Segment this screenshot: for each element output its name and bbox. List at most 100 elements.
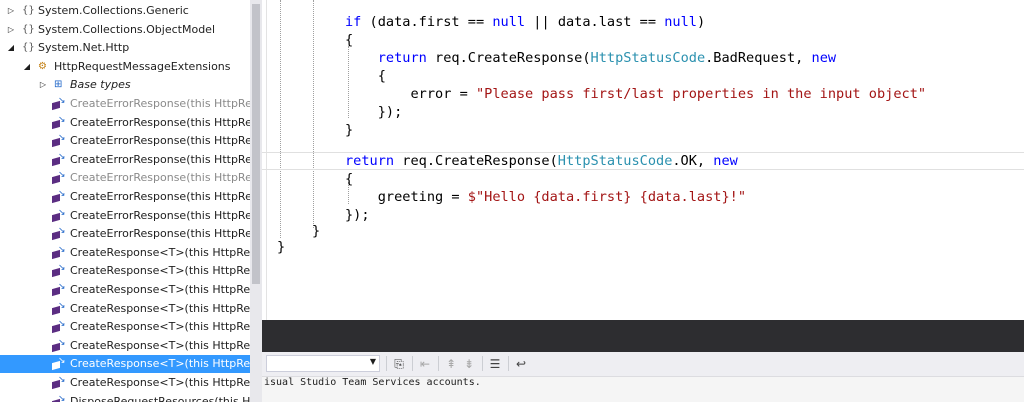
extension-method-icon: ↘: [52, 170, 66, 185]
tree-node-label: CreateErrorResponse(this HttpReque: [70, 152, 250, 166]
tree-node-label: CreateErrorResponse(this HttpReque: [70, 97, 250, 110]
toolbar-separator: [438, 356, 439, 371]
tree-node-label: CreateErrorResponse(this HttpReque: [70, 115, 250, 129]
go-to-previous-message-icon[interactable]: ⇤: [416, 355, 434, 373]
tree-node[interactable]: ↘ CreateResponse<T>(this HttpReque: [0, 262, 250, 280]
tree-node[interactable]: ↘ CreateResponse<T>(this HttpReque: [0, 374, 250, 392]
tree-node[interactable]: ◢ {} System.Net.Http: [0, 39, 250, 57]
code-token: .BadRequest,: [705, 50, 812, 66]
tree-node-label: CreateErrorResponse(this HttpReque: [70, 171, 250, 185]
expanded-arrow-icon[interactable]: ◢: [22, 58, 32, 76]
indent-guide: [313, 0, 314, 228]
extension-method-icon: ↘: [52, 96, 66, 111]
extension-arrow-icon: ↘: [58, 300, 66, 311]
code-token: || data.last ==: [525, 14, 665, 30]
code-token: greeting =: [345, 189, 468, 205]
string-token: $"Hello {data.first} {data.last}!": [467, 189, 747, 205]
code-line: {: [345, 67, 1024, 85]
extension-arrow-icon: ↘: [58, 282, 66, 292]
tree-node[interactable]: ↘ CreateResponse<T>(this HttpReque: [0, 300, 250, 318]
code-line: error = "Please pass first/last properti…: [345, 85, 1024, 103]
extension-method-icon: ↘: [52, 264, 66, 278]
extension-arrow-icon: ↘: [58, 114, 66, 125]
extension-arrow-icon: ↘: [58, 151, 66, 162]
keyword-token: return: [377, 50, 427, 66]
expanded-arrow-icon[interactable]: ◢: [6, 39, 16, 57]
next-icon[interactable]: ⇟: [460, 355, 478, 373]
collapsed-arrow-icon[interactable]: ▷: [38, 76, 48, 94]
tree-node[interactable]: ↘ CreateResponse<T>(this HttpReque: [0, 337, 250, 355]
keyword-token: return: [345, 153, 395, 169]
tree-node-label: System.Collections.ObjectModel: [38, 22, 216, 36]
tree-node[interactable]: ↘ CreateErrorResponse(this HttpReque: [0, 151, 250, 169]
toggle-word-wrap-icon[interactable]: ↩: [512, 355, 530, 373]
extension-arrow-icon: ↘: [58, 393, 66, 402]
tree-node[interactable]: ↘ CreateResponse<T>(this HttpReque: [0, 281, 250, 299]
class-icon: ⚙: [38, 60, 47, 72]
tree-node[interactable]: ▷ {} System.Collections.ObjectModel: [0, 21, 250, 39]
tree-node-label: CreateResponse<T>(this HttpReque: [70, 245, 250, 259]
string-token: "Please pass first/last properties in th…: [475, 86, 927, 102]
tree-node-label: CreateResponse<T>(this HttpReque: [70, 301, 250, 315]
code-token: req.CreateResponse(: [394, 153, 558, 169]
tree-node[interactable]: ◢ ⚙ HttpRequestMessageExtensions: [0, 58, 250, 76]
extension-method-icon: ↘: [52, 245, 66, 259]
code-line: return req.CreateResponse(HttpStatusCode…: [345, 49, 1024, 67]
tree-node[interactable]: ↘ CreateErrorResponse(this HttpReque: [0, 114, 250, 132]
extension-arrow-icon: ↘: [58, 133, 66, 144]
code-token: .OK,: [672, 153, 714, 169]
extension-arrow-icon: ↘: [58, 170, 66, 181]
type-token: HttpStatusCode: [590, 50, 706, 66]
code-token: }: [345, 122, 354, 138]
tree-node[interactable]: ↘ CreateErrorResponse(this HttpReque: [0, 169, 250, 187]
tree-node[interactable]: ↘ CreateErrorResponse(this HttpReque: [0, 225, 250, 243]
tree-node-label: CreateResponse<T>(this HttpReque: [70, 264, 250, 278]
tree-node-label: CreateResponse<T>(this HttpReque: [70, 338, 250, 352]
tree-scrollbar[interactable]: [250, 0, 262, 402]
tree-node[interactable]: ↘ CreateErrorResponse(this HttpReque: [0, 188, 250, 206]
collapsed-arrow-icon[interactable]: ▷: [6, 21, 16, 39]
code-token: req.CreateResponse(: [426, 50, 591, 66]
object-browser-tree: ▷{} System.Collections.Generic ▷{} System.C…: [0, 0, 250, 402]
code-line: if (data.first == null || data.last == n…: [345, 13, 1024, 31]
keyword-token: new: [811, 50, 837, 66]
tree-scrollbar-thumb[interactable]: [252, 4, 260, 284]
find-message-in-code-icon[interactable]: ⎘: [390, 355, 408, 373]
code-token: });: [345, 104, 403, 120]
tree-node[interactable]: ↘ DisposeRequestResources(this HttpR: [0, 393, 250, 402]
toolbar-separator: [482, 356, 483, 371]
extension-method-icon: ↘: [52, 133, 66, 148]
code-editor[interactable]: if (data.first == null || data.last == n…: [262, 0, 1024, 320]
clear-all-icon[interactable]: ☰: [486, 355, 504, 373]
output-panel: ▼ ⎘ ⇤ ⇞ ⇟ ☰ ↩ isual Studio Team Services…: [262, 352, 1024, 402]
toolbar-separator: [508, 356, 509, 371]
tree-node[interactable]: ↘ CreateErrorResponse(this HttpReque: [0, 95, 250, 113]
tree-node[interactable]: ↘ CreateResponse<T>(this HttpReque: [0, 244, 250, 262]
extension-method-icon: ↘: [52, 338, 66, 352]
extension-method-icon: ↘: [52, 319, 66, 334]
indent-guide: [280, 0, 281, 238]
tree-node[interactable]: ▷ ⊞ Base types: [0, 76, 250, 94]
tree-node[interactable]: ↘ CreateErrorResponse(this HttpReque: [0, 132, 250, 150]
collapsed-arrow-icon[interactable]: ▷: [6, 2, 16, 20]
base-types-icon: ⊞: [54, 79, 63, 91]
tree-node[interactable]: ↘ CreateErrorResponse(this HttpReque: [0, 207, 250, 225]
toolbar-separator: [412, 356, 413, 371]
tree-node-label: HttpRequestMessageExtensions: [54, 59, 231, 73]
extension-method-icon: ↘: [52, 114, 66, 129]
keyword-token: null: [492, 14, 526, 30]
tree-node[interactable]: ↘ CreateResponse<T>(this HttpReque: [0, 355, 250, 374]
code-line: {: [345, 31, 1024, 49]
toolbar-separator: [386, 356, 387, 371]
extension-method-icon: ↘: [52, 393, 66, 402]
code-token: {: [345, 68, 386, 84]
extension-arrow-icon: ↘: [58, 319, 66, 330]
panel-splitter[interactable]: [262, 320, 1024, 352]
output-source-dropdown[interactable]: ▼: [266, 355, 380, 372]
previous-icon[interactable]: ⇞: [442, 355, 460, 373]
extension-method-icon: ↘: [52, 227, 66, 241]
tree-node[interactable]: ▷ {} System.Collections.Generic: [0, 2, 250, 20]
tree-node[interactable]: ↘ CreateResponse<T>(this HttpReque: [0, 318, 250, 336]
extension-arrow-icon: ↘: [58, 96, 66, 106]
